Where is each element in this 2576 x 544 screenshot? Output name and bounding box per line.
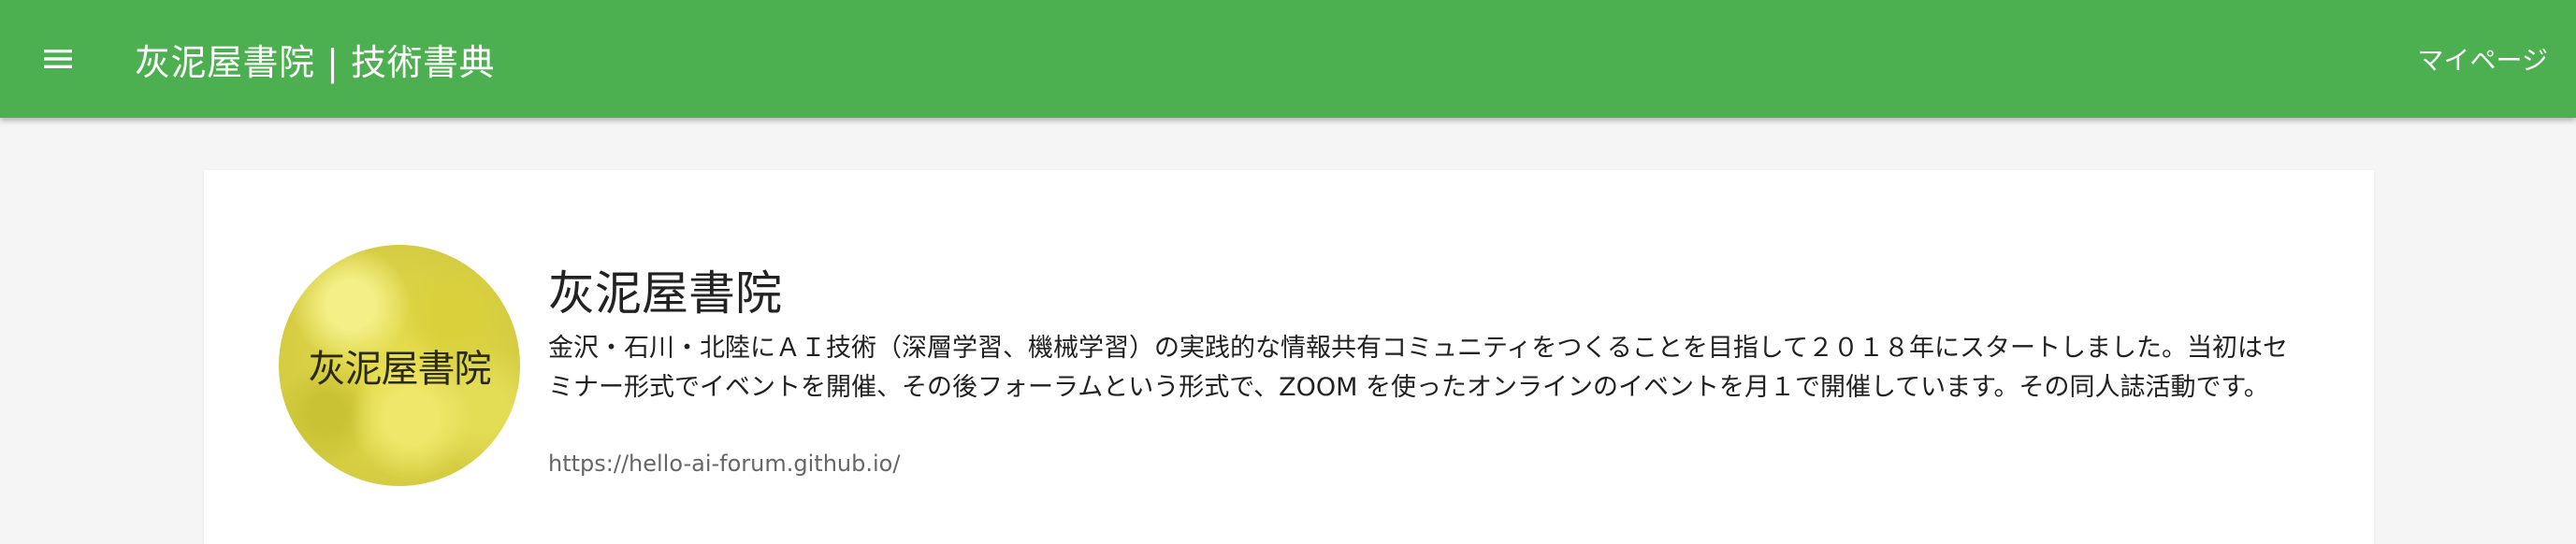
hamburger-menu-icon xyxy=(44,50,72,68)
publisher-avatar: 灰泥屋書院 xyxy=(279,245,520,486)
publisher-card: 灰泥屋書院 灰泥屋書院 金沢・石川・北陸にＡＩ技術（深層学習、機械学習）の実践的… xyxy=(204,170,2374,544)
avatar-text: 灰泥屋書院 xyxy=(308,348,492,391)
publisher-name: 灰泥屋書院 xyxy=(548,266,782,321)
publisher-url-link[interactable]: https://hello-ai-forum.github.io/ xyxy=(548,451,900,477)
publisher-description: 金沢・石川・北陸にＡＩ技術（深層学習、機械学習）の実践的な情報共有コミュニティを… xyxy=(548,334,2289,402)
menu-button[interactable] xyxy=(22,23,94,94)
app-title[interactable]: 灰泥屋書院 | 技術書典 xyxy=(135,0,495,118)
app-bar: 灰泥屋書院 | 技術書典 マイページ xyxy=(0,0,2576,118)
mypage-link[interactable]: マイページ xyxy=(2418,0,2548,118)
